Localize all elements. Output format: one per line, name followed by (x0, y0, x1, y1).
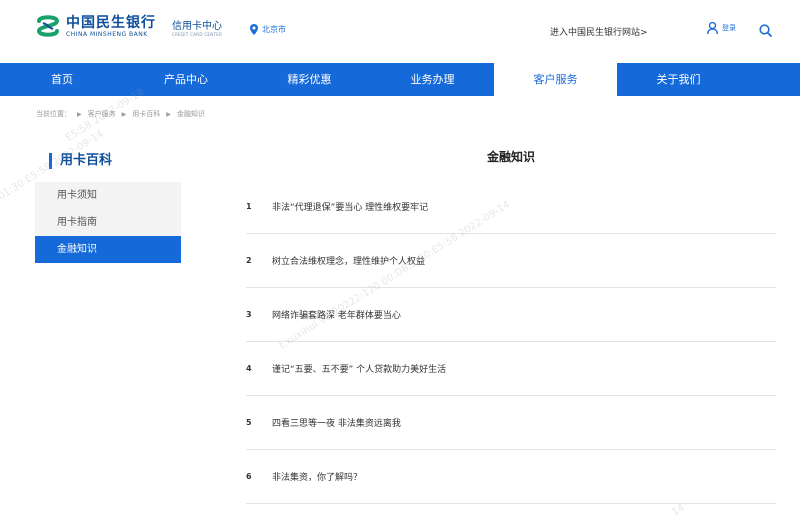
page-title: 金融知识 (486, 150, 535, 164)
article-title-link[interactable]: 谨记“五要、五不要” 个人贷款助力美好生活 (272, 362, 446, 375)
city-label: 北京市 (262, 25, 286, 34)
nav-item-customer-service[interactable]: 客户服务 (494, 63, 617, 96)
article-number: 4 (246, 364, 252, 373)
article-title-link[interactable]: 非法集资，你了解吗？ (272, 470, 362, 483)
breadcrumb-prefix: 当前位置： (36, 110, 71, 118)
user-icon (707, 22, 718, 34)
card-center-en: CREDIT CARD CENTER (172, 32, 223, 37)
main-site-link[interactable]: 进入中国民生银行网站> (550, 25, 648, 38)
search-button[interactable] (759, 22, 772, 41)
article-title-link[interactable]: 网络诈骗套路深 老年群体要当心 (272, 308, 401, 321)
nav-item-services[interactable]: 业务办理 (371, 63, 494, 96)
list-item[interactable]: 3 网络诈骗套路深 老年群体要当心 (246, 288, 776, 342)
sidebar-item-card-guide[interactable]: 用卡指南 (35, 209, 181, 236)
list-item[interactable]: 6 非法集资，你了解吗？ (246, 450, 776, 504)
nav-item-promotions[interactable]: 精彩优惠 (248, 63, 371, 96)
article-number: 1 (246, 202, 252, 211)
breadcrumb-arrow-icon: ▶ (121, 110, 127, 118)
breadcrumb-customer-service[interactable]: 客户服务 (88, 109, 116, 119)
breadcrumb-arrow-icon: ▶ (77, 110, 82, 118)
list-item[interactable]: 4 谨记“五要、五不要” 个人贷款助力美好生活 (246, 342, 776, 396)
sidebar-menu: 用卡须知 用卡指南 金融知识 (35, 182, 181, 263)
article-list: 1 非法“代理退保”要当心 理性维权要牢记 2 树立合法维权理念，理性维护个人权… (246, 180, 776, 504)
location-pin-icon (250, 24, 258, 35)
logo-name-en: CHINA MINSHENG BANK (66, 30, 148, 38)
nav-item-home[interactable]: 首页 (0, 63, 124, 96)
main-nav: 首页 产品中心 精彩优惠 业务办理 客户服务 关于我们 (0, 63, 800, 96)
nav-item-products[interactable]: 产品中心 (124, 63, 248, 96)
login-button[interactable]: 登录 (707, 22, 736, 34)
article-number: 2 (246, 256, 252, 265)
breadcrumb-card-wiki[interactable]: 用卡百科 (132, 109, 160, 119)
breadcrumb-current: 金融知识 (176, 110, 205, 118)
list-item[interactable]: 1 非法“代理退保”要当心 理性维权要牢记 (246, 180, 776, 234)
list-item[interactable]: 5 四看三思等一夜 非法集资远离我 (246, 396, 776, 450)
nav-item-about[interactable]: 关于我们 (617, 63, 740, 96)
minsheng-logo-icon (35, 14, 61, 40)
article-number: 6 (246, 472, 252, 481)
sidebar-item-card-notice[interactable]: 用卡须知 (35, 182, 181, 209)
sidebar-item-financial-knowledge[interactable]: 金融知识 (35, 236, 181, 263)
list-item[interactable]: 2 树立合法维权理念，理性维护个人权益 (246, 234, 776, 288)
article-title-link[interactable]: 非法“代理退保”要当心 理性维权要牢记 (272, 200, 428, 213)
article-title-link[interactable]: 四看三思等一夜 非法集资远离我 (272, 416, 401, 429)
breadcrumb-arrow-icon: ▶ (166, 110, 171, 118)
site-header: 中国民生银行 CHINA MINSHENG BANK 信用卡中心 CREDIT … (0, 0, 800, 62)
login-label: 登录 (722, 24, 736, 32)
bank-logo[interactable]: 中国民生银行 CHINA MINSHENG BANK (35, 14, 156, 40)
card-center-label: 信用卡中心 CREDIT CARD CENTER (172, 21, 222, 38)
article-title-link[interactable]: 树立合法维权理念，理性维护个人权益 (272, 254, 425, 267)
watermark-text: 14 (670, 502, 687, 519)
sidebar-title: 用卡百科 (49, 153, 112, 169)
breadcrumb: 当前位置： ▶ 客户服务 ▶ 用卡百科 ▶ 金融知识 (36, 109, 205, 119)
city-selector[interactable]: 北京市 (250, 24, 286, 35)
article-number: 5 (246, 418, 252, 427)
logo-name-cn: 中国民生银行 (66, 14, 156, 31)
card-center-cn: 信用卡中心 (172, 21, 222, 32)
search-icon (759, 24, 772, 37)
article-number: 3 (246, 310, 252, 319)
